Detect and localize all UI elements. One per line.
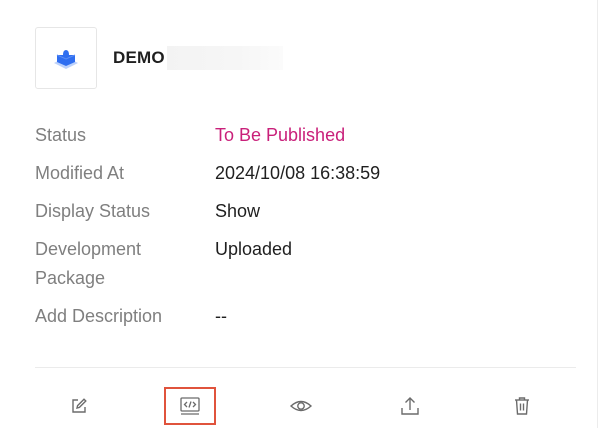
detail-row-status: Status To Be Published xyxy=(35,121,575,150)
preview-button[interactable] xyxy=(275,387,327,425)
eye-icon xyxy=(289,400,313,412)
app-logo xyxy=(35,27,97,89)
card-toolbar xyxy=(0,387,598,425)
publish-button[interactable] xyxy=(384,387,436,425)
redacted-name-suffix xyxy=(166,46,283,70)
description-value: -- xyxy=(215,306,227,326)
detail-row-modified-at: Modified At 2024/10/08 16:38:59 xyxy=(35,159,575,188)
trash-icon xyxy=(515,397,529,415)
app-name: DEMO xyxy=(113,48,165,67)
detail-row-display-status: Display Status Show xyxy=(35,197,575,226)
detail-row-description: Add Description -- xyxy=(35,302,575,331)
development-package-value: Uploaded xyxy=(215,239,293,259)
card-header: DEMO xyxy=(35,27,283,89)
puzzle-piece-icon xyxy=(54,50,78,69)
edit-icon xyxy=(72,398,87,413)
detail-label: Status xyxy=(35,125,87,145)
app-card: DEMO Status To Be Published Modified At … xyxy=(0,0,598,428)
display-status-value: Show xyxy=(215,201,261,221)
detail-label: Add Description xyxy=(35,306,163,326)
code-button[interactable] xyxy=(164,387,216,425)
detail-label: Development Package xyxy=(35,239,142,288)
edit-button[interactable] xyxy=(53,387,105,425)
delete-button[interactable] xyxy=(496,387,548,425)
divider xyxy=(35,367,576,368)
detail-row-development-package: Development Package Uploaded xyxy=(35,235,575,293)
details-list: Status To Be Published Modified At 2024/… xyxy=(35,121,575,340)
upload-icon xyxy=(401,397,419,415)
detail-label: Modified At xyxy=(35,163,125,183)
code-icon xyxy=(180,397,200,415)
status-value: To Be Published xyxy=(215,125,346,145)
modified-at-value: 2024/10/08 16:38:59 xyxy=(215,163,381,183)
detail-label: Display Status xyxy=(35,201,151,221)
